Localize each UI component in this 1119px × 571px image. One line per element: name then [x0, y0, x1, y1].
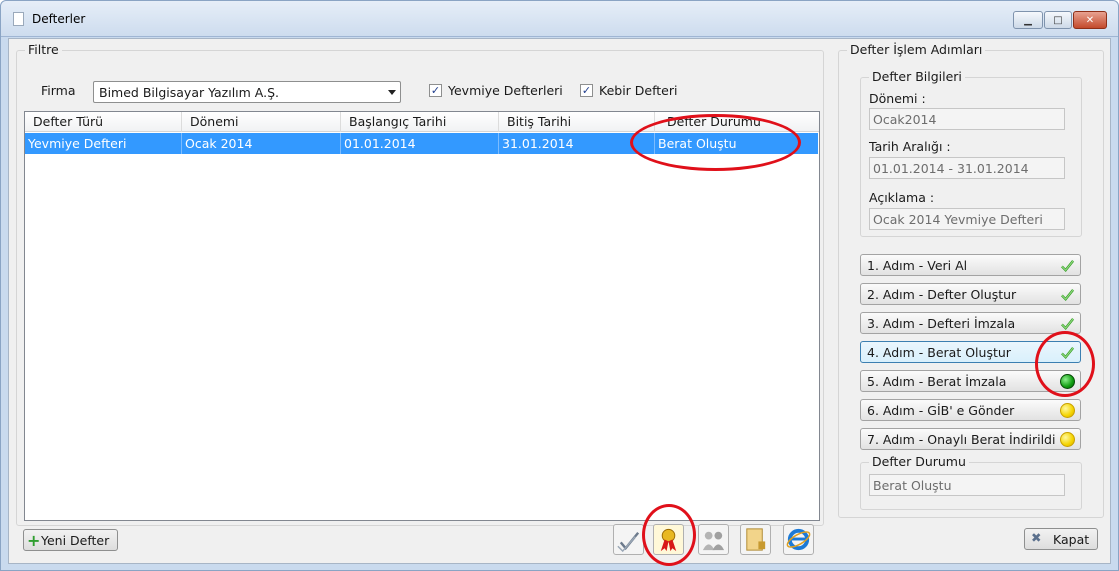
step-5-label: 5. Adım - Berat İmzala — [867, 374, 1007, 389]
green-dot-icon — [1060, 374, 1075, 389]
column-donemi[interactable]: Dönemi — [182, 112, 341, 132]
check-icon — [1061, 347, 1075, 360]
minimize-icon: ▁ — [1024, 14, 1032, 26]
step-1-label: 1. Adım - Veri Al — [867, 258, 968, 273]
donem-label: Dönemi : — [869, 91, 926, 106]
filter-group-label: Filtre — [25, 42, 62, 57]
checkmark-icon: ✓ — [581, 84, 592, 97]
aciklama-field: Ocak 2014 Yevmiye Defteri — [869, 208, 1065, 230]
ribbon-award-icon — [660, 528, 677, 552]
defter-durumu-field: Berat Oluştu — [869, 474, 1065, 496]
tarih-field: 01.01.2014 - 31.01.2014 — [869, 157, 1065, 179]
checkmark-icon: ✓ — [430, 84, 441, 97]
steps-group-label: Defter İşlem Adımları — [847, 42, 986, 57]
berat-button[interactable] — [653, 524, 684, 555]
step-4-button[interactable]: 4. Adım - Berat Oluştur — [860, 341, 1081, 363]
firma-label: Firma — [41, 83, 76, 98]
maximize-icon: □ — [1053, 14, 1063, 26]
cell-bitis-tarihi: 31.01.2014 — [499, 133, 655, 154]
defterler-window: Defterler ▁ □ ✕ Filtre Firma Bimed Bilgi… — [0, 0, 1119, 571]
browser-button[interactable] — [783, 524, 814, 555]
window-title: Defterler — [32, 12, 86, 26]
client-area: Filtre Firma Bimed Bilgisayar Yazılım A.… — [8, 38, 1111, 564]
document-icon — [13, 12, 24, 26]
chevron-down-icon — [388, 90, 396, 95]
step-6-button[interactable]: 6. Adım - GİB' e Gönder — [860, 399, 1081, 421]
close-icon: ✕ — [1085, 14, 1095, 26]
aciklama-label: Açıklama : — [869, 190, 935, 205]
column-bitis-tarihi[interactable]: Bitiş Tarihi — [499, 112, 655, 132]
defter-grid[interactable]: Defter Türü Dönemi Başlangıç Tarihi Biti… — [24, 111, 820, 521]
step-4-label: 4. Adım - Berat Oluştur — [867, 345, 1011, 360]
step-3-label: 3. Adım - Defteri İmzala — [867, 316, 1016, 331]
column-baslangic-tarihi[interactable]: Başlangıç Tarihi — [341, 112, 499, 132]
cell-donemi: Ocak 2014 — [182, 133, 341, 154]
cell-defter-durumu: Berat Oluştu — [658, 136, 737, 151]
column-defter-turu[interactable]: Defter Türü — [25, 112, 182, 132]
yellow-dot-icon — [1060, 403, 1075, 418]
check-icon — [1061, 318, 1075, 331]
check-icon — [1061, 260, 1075, 273]
step-6-label: 6. Adım - GİB' e Gönder — [867, 403, 1015, 418]
yellow-dot-icon — [1060, 432, 1075, 447]
defter-durumu-label: Defter Durumu — [869, 454, 969, 469]
kebir-checkbox[interactable]: ✓ — [580, 84, 593, 97]
folder-button[interactable] — [740, 524, 771, 555]
step-2-button[interactable]: 2. Adım - Defter Oluştur — [860, 283, 1081, 305]
maximize-button[interactable]: □ — [1044, 11, 1072, 29]
yeni-defter-button[interactable]: + Yeni Defter — [23, 529, 118, 551]
folder-lock-icon — [746, 528, 766, 551]
firma-value: Bimed Bilgisayar Yazılım A.Ş. — [99, 85, 280, 100]
cell-baslangic-tarihi: 01.01.2014 — [341, 133, 499, 154]
checklist-button[interactable] — [613, 524, 644, 555]
yeni-defter-label: Yeni Defter — [41, 533, 110, 548]
yevmiye-checkbox[interactable]: ✓ — [429, 84, 442, 97]
cell-defter-turu: Yevmiye Defteri — [25, 133, 182, 154]
step-3-button[interactable]: 3. Adım - Defteri İmzala — [860, 312, 1081, 334]
users-button[interactable] — [698, 524, 729, 555]
step-1-button[interactable]: 1. Adım - Veri Al — [860, 254, 1081, 276]
close-icon: ✖ — [1031, 530, 1042, 545]
checklist-icon — [617, 531, 640, 553]
step-2-label: 2. Adım - Defter Oluştur — [867, 287, 1017, 302]
internet-explorer-icon — [786, 528, 811, 551]
step-7-label: 7. Adım - Onaylı Berat İndirildi — [867, 432, 1056, 447]
defter-info-label: Defter Bilgileri — [869, 69, 965, 84]
table-row[interactable]: Yevmiye Defteri Ocak 2014 01.01.2014 31.… — [25, 133, 818, 154]
minimize-button[interactable]: ▁ — [1013, 11, 1043, 29]
column-defter-durumu[interactable]: Defter Durumu — [655, 112, 818, 132]
step-7-button[interactable]: 7. Adım - Onaylı Berat İndirildi — [860, 428, 1081, 450]
yevmiye-label: Yevmiye Defterleri — [448, 83, 563, 98]
step-5-button[interactable]: 5. Adım - Berat İmzala — [860, 370, 1081, 392]
check-icon — [1061, 289, 1075, 302]
close-window-button[interactable]: ✕ — [1073, 11, 1107, 29]
donem-field: Ocak2014 — [869, 108, 1065, 130]
plus-icon: + — [27, 531, 41, 550]
kebir-label: Kebir Defteri — [599, 83, 678, 98]
kapat-button[interactable]: ✖ Kapat — [1024, 528, 1098, 550]
people-icon — [702, 531, 725, 551]
title-bar: Defterler ▁ □ ✕ — [1, 1, 1118, 37]
firma-select[interactable]: Bimed Bilgisayar Yazılım A.Ş. — [93, 81, 401, 103]
filter-group: Filtre Firma Bimed Bilgisayar Yazılım A.… — [16, 42, 824, 526]
tarih-label: Tarih Aralığı : — [869, 139, 951, 154]
grid-header: Defter Türü Dönemi Başlangıç Tarihi Biti… — [25, 112, 819, 132]
kapat-label: Kapat — [1053, 532, 1090, 547]
